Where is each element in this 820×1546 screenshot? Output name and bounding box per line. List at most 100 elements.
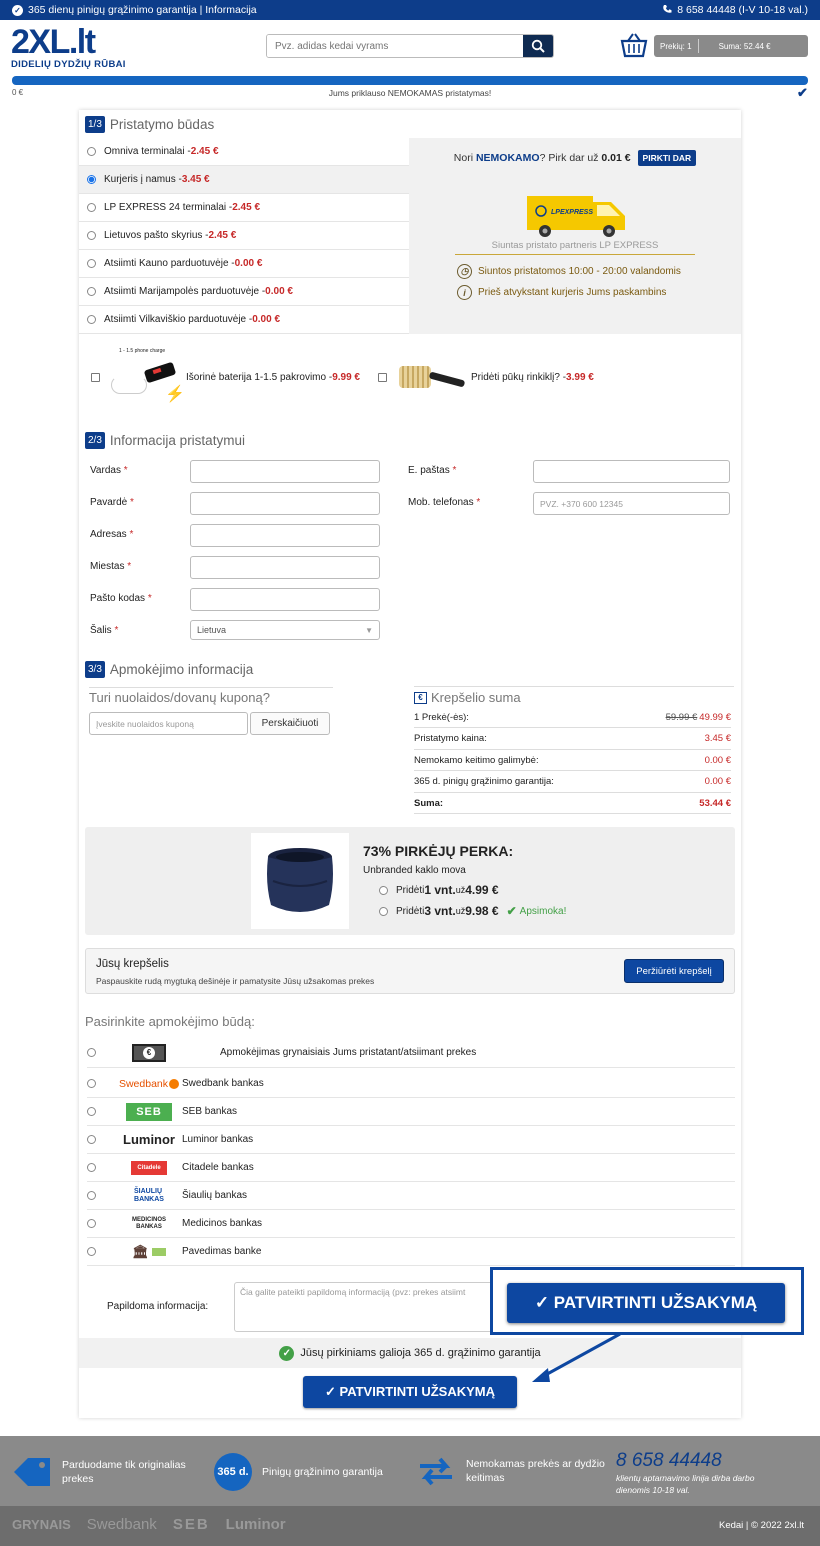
upsell-box: 73% PIRKĖJŲ PERKA: Unbranded kaklo mova … (85, 827, 735, 935)
payment-radio[interactable] (87, 1135, 96, 1144)
payment-method[interactable]: Citadele Citadele bankas (87, 1154, 735, 1182)
payment-radio[interactable] (87, 1247, 96, 1256)
payment-method[interactable]: MEDICINOS BANKAS Medicinos bankas (87, 1210, 735, 1238)
payment-radio[interactable] (87, 1048, 96, 1057)
guarantee-bar: ✓ Jūsų pirkiniams galioja 365 d. grąžinim… (79, 1338, 741, 1368)
footer-links[interactable]: Kedai | © 2022 2xl.lt (719, 1520, 804, 1531)
recalculate-button[interactable]: Perskaičiuoti (250, 712, 330, 735)
form-input[interactable] (190, 492, 380, 515)
shipping-radio[interactable] (87, 175, 96, 184)
form-input[interactable] (190, 460, 380, 483)
payment-method[interactable]: ŠIAULIŲ BANKAS Šiaulių bankas (87, 1182, 735, 1210)
checkout-panel: 1/3 Pristatymo būdas Omniva terminalai - … (79, 110, 741, 1418)
payment-method[interactable]: SEB SEB bankas (87, 1098, 735, 1126)
payment-radio[interactable] (87, 1219, 96, 1228)
form-label: Adresas * (90, 529, 134, 540)
shipping-option-label: Lietuvos pašto skyrius - (104, 230, 209, 241)
addon-powerbank: 1 - 1.5 phone charge ⚡ Išorinė baterija … (91, 346, 360, 408)
phone-icon (662, 4, 672, 17)
shipping-option[interactable]: Atsiimti Kauno parduotuvėje - 0.00 € (79, 250, 409, 278)
shipping-option-price: 2.45 € (190, 146, 219, 157)
confirm-order-button-large[interactable]: ✓ PATVIRTINTI UŽSAKYMĄ (507, 1283, 785, 1323)
payment-method-label: SEB bankas (182, 1106, 238, 1117)
upsell-option-3[interactable]: Pridėti 3 vnt. už 9.98 € ✔ Apsimoka! (379, 904, 566, 918)
exchange-arrows-icon (420, 1457, 452, 1486)
payment-radio[interactable] (87, 1107, 96, 1116)
shipping-option[interactable]: Lietuvos pašto skyrius - 2.45 € (79, 222, 409, 250)
shipping-option-price: 0.00 € (234, 258, 263, 269)
shipping-option[interactable]: Atsiimti Vilkaviškio parduotuvėje - 0.00… (79, 306, 409, 334)
payment-radio[interactable] (87, 1191, 96, 1200)
view-cart-button[interactable]: Peržiūrėti krepšelį (624, 959, 724, 983)
coupon-input[interactable]: Įveskite nuolaidos kuponą (89, 712, 248, 735)
shipping-radio[interactable] (87, 287, 96, 296)
payment-method[interactable]: 🏛 Pavedimas banke (87, 1238, 735, 1266)
country-select[interactable]: Lietuva ▼ (190, 620, 380, 640)
powerbank-image: 1 - 1.5 phone charge ⚡ (103, 346, 185, 408)
citadele-logo: Citadele (118, 1157, 180, 1179)
bank-transfer-icon: 🏛 (118, 1241, 180, 1263)
shipping-option-label: Atsiimti Marijampolės parduotuvėje - (104, 286, 266, 297)
payment-method[interactable]: Swedbank Swedbank bankas (87, 1070, 735, 1098)
payment-method-label: Citadele bankas (182, 1162, 254, 1173)
search-input[interactable] (267, 35, 523, 57)
confirm-order-button[interactable]: ✓ PATVIRTINTI UŽSAKYMĄ (303, 1376, 517, 1408)
clock-icon: ◷ (457, 264, 472, 279)
summary-row: 1 Prekė(-ės): 59.99 €49.99 € (414, 707, 731, 728)
shipping-radio[interactable] (87, 231, 96, 240)
shipping-info-panel: Nori NEMOKAMO? Pirk dar už 0.01 € PIRKTI… (409, 138, 741, 334)
shipping-option-label: Atsiimti Vilkaviškio parduotuvėje - (104, 314, 253, 325)
tag-icon (14, 1458, 50, 1486)
shipping-option[interactable]: Atsiimti Marijampolės parduotuvėje - 0.0… (79, 278, 409, 306)
cart-total-heading: € Krepšelio suma (414, 690, 521, 705)
search-button[interactable] (523, 35, 553, 57)
shipping-option[interactable]: LP EXPRESS 24 terminalai - 2.45 € (79, 194, 409, 222)
payment-method[interactable]: € Apmokėjimas grynaisiais Jums pristatant… (87, 1038, 735, 1068)
search-icon (531, 39, 545, 53)
cart-title: Jūsų krepšelis (96, 958, 169, 970)
cart-box: Jūsų krepšelis Paspauskite rudą mygtuką … (85, 948, 735, 994)
form-label: Šalis * (90, 625, 119, 636)
cash-logo: GRYNAIS (12, 1517, 71, 1532)
guarantee-link[interactable]: 365 dienų pinigų grąžinimo garantija | I… (28, 4, 257, 16)
extra-info-textarea[interactable]: Čia galite pateikti papildomą informacij… (234, 1282, 494, 1332)
form-input[interactable] (190, 588, 380, 611)
shipping-radio[interactable] (87, 315, 96, 324)
shipping-option[interactable]: Kurjeris į namus - 3.45 € (79, 166, 409, 194)
step2-heading: 2/3 Informacija pristatymui (85, 432, 245, 449)
cart-summary[interactable]: Prekių: 1 Suma: 52.44 € (654, 35, 808, 57)
confirm-highlight-box: ✓ PATVIRTINTI UŽSAKYMĄ (490, 1267, 804, 1335)
lint-roller-image (389, 346, 469, 408)
form-input[interactable] (190, 556, 380, 579)
email-field[interactable] (533, 460, 730, 483)
seb-logo: SEB (118, 1101, 180, 1123)
payment-method[interactable]: Luminor Luminor bankas (87, 1126, 735, 1154)
form-input[interactable] (190, 524, 380, 547)
free-shipping-progress (12, 76, 808, 85)
payment-radio[interactable] (87, 1079, 96, 1088)
summary-row: Nemokamo keitimo galimybė: 0.00 € (414, 750, 731, 771)
form-label: Pašto kodas * (90, 593, 152, 604)
addon-lint-roller-checkbox[interactable] (378, 372, 387, 382)
checkmark-icon: ✔ (797, 85, 808, 100)
site-logo[interactable]: 2XL.lt DIDELIŲ DYDŽIŲ RŪBAI (11, 25, 126, 70)
phone-field[interactable]: PVZ. +370 600 12345 (533, 492, 730, 515)
basket-icon[interactable] (620, 32, 648, 61)
original-products: Parduodame tik originalias prekes (12, 1456, 192, 1488)
shipping-radio[interactable] (87, 259, 96, 268)
swedbank-logo: Swedbank (86, 1516, 157, 1533)
buy-more-button[interactable]: PIRKTI DAR (637, 150, 697, 166)
support-phone[interactable]: 8 658 44448 (616, 1450, 786, 1472)
addon-powerbank-checkbox[interactable] (91, 372, 100, 382)
shipping-radio[interactable] (87, 203, 96, 212)
cart-total: Suma: 52.44 € (718, 41, 771, 51)
shipping-option[interactable]: Omniva terminalai - 2.45 € (79, 138, 409, 166)
phone-number[interactable]: 8 658 44448 (I-V 10-18 val.) (677, 4, 808, 16)
payment-radio[interactable] (87, 1163, 96, 1172)
form-label: Mob. telefonas * (408, 497, 481, 508)
upsell-option-1[interactable]: Pridėti 1 vnt. už 4.99 € (379, 883, 499, 897)
shipping-options: Omniva terminalai - 2.45 € Kurjeris į nam… (79, 138, 409, 334)
shipping-radio[interactable] (87, 147, 96, 156)
chevron-down-icon: ▼ (365, 625, 373, 635)
coupon-heading: Turi nuolaidos/dovanų kuponą? (89, 690, 270, 705)
